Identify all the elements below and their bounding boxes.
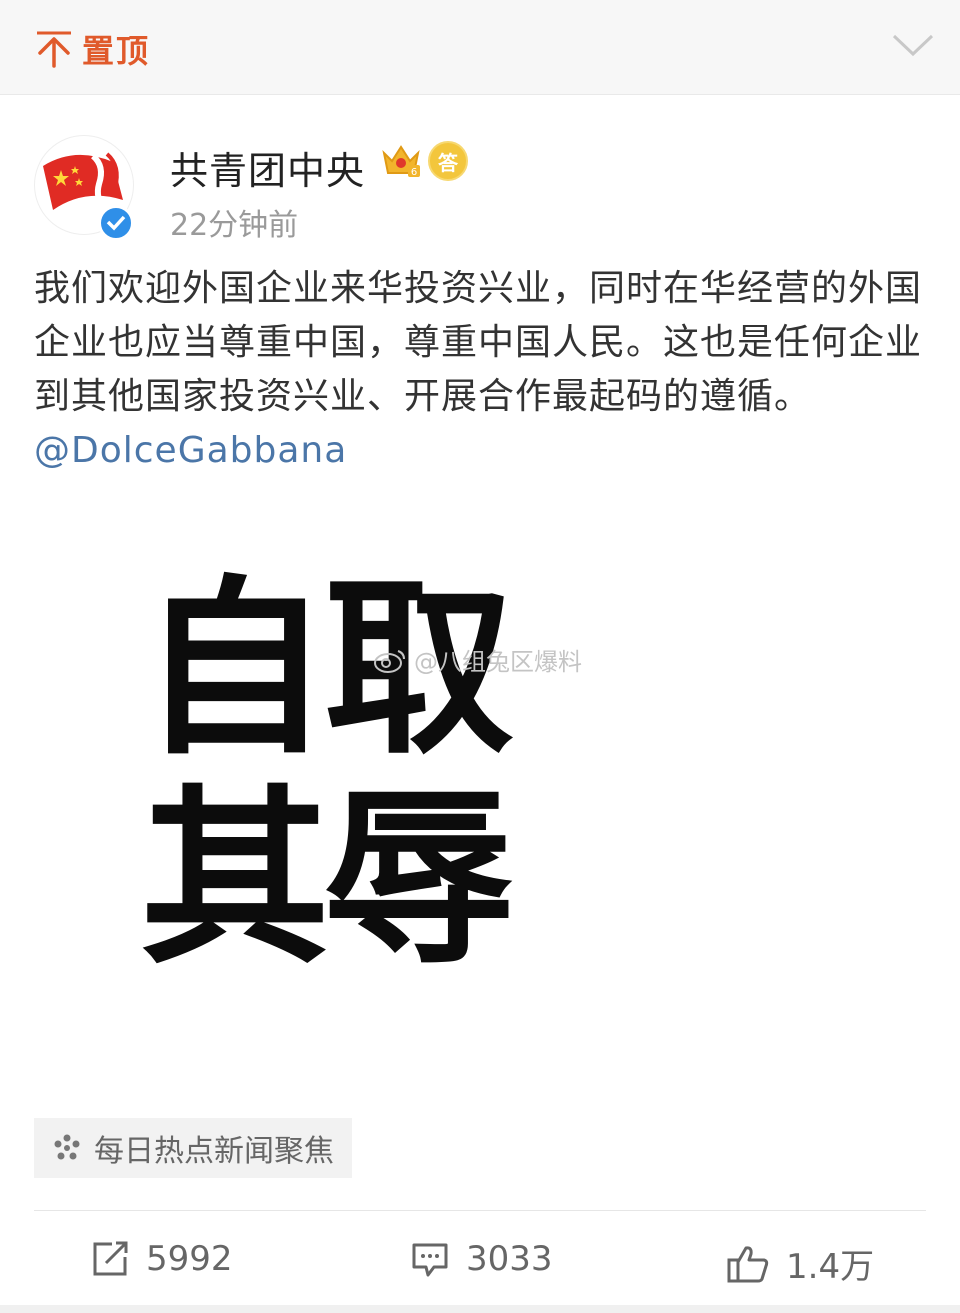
comment-icon [412, 1243, 448, 1277]
post-image[interactable]: 自取 其辱 [130, 560, 550, 1000]
comment-button[interactable]: 3033 [410, 1239, 553, 1279]
pin-top-icon [34, 29, 74, 69]
crown-vip-icon[interactable]: 6 [380, 139, 422, 181]
image-line-2: 其辱 [140, 769, 514, 990]
bottom-separator [0, 1305, 960, 1313]
pin-label: 置顶 [82, 32, 151, 70]
watermark-text: @八组兔区爆料 [414, 648, 582, 676]
comment-count: 3033 [466, 1239, 553, 1279]
image-watermark: @八组兔区爆料 [372, 642, 582, 677]
repost-button[interactable]: 5992 [90, 1239, 233, 1279]
pinned-indicator: 置顶 [34, 26, 150, 72]
verified-icon [98, 205, 134, 241]
collapse-button[interactable] [888, 30, 938, 70]
chevron-down-icon [888, 34, 938, 64]
post-body: 我们欢迎外国企业来华投资兴业，同时在华经营的外国企业也应当尊重中国，尊重中国人民… [34, 268, 923, 417]
post-header: 共青团中央 6 答 22分钟前 [0, 95, 960, 255]
topic-tag[interactable]: 每日热点新闻聚焦 [34, 1118, 352, 1178]
topic-icon [54, 1134, 80, 1160]
repost-count: 5992 [146, 1239, 233, 1279]
like-count: 1.4万 [786, 1247, 875, 1287]
weibo-icon [374, 649, 405, 673]
pinned-bar: 置顶 [0, 0, 960, 95]
post-time: 22分钟前 [170, 208, 299, 243]
author-name[interactable]: 共青团中央 [170, 140, 365, 195]
svg-text:6: 6 [411, 167, 417, 178]
action-bar: 5992 3033 1.4万 [0, 1211, 960, 1311]
post-text: 我们欢迎外国企业来华投资兴业，同时在华经营的外国企业也应当尊重中国，尊重中国人民… [34, 262, 926, 478]
topic-label: 每日热点新闻聚焦 [94, 1134, 334, 1169]
mention-link[interactable]: @DolceGabbana [34, 430, 347, 471]
thumbs-up-icon [727, 1245, 769, 1282]
like-button[interactable]: 1.4万 [726, 1239, 874, 1288]
answer-badge-icon[interactable]: 答 [428, 141, 468, 181]
repost-icon [93, 1241, 128, 1276]
